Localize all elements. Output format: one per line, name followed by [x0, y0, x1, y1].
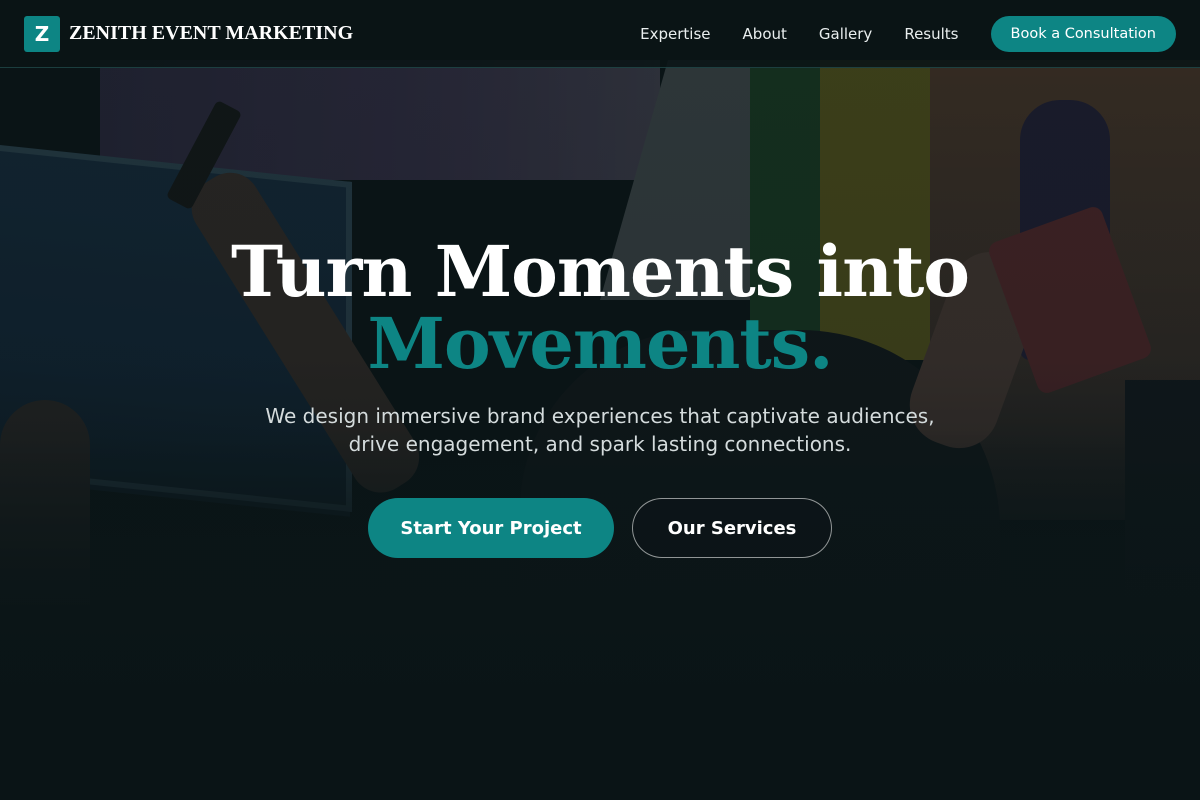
logo-mark-icon: Z — [24, 15, 60, 52]
book-consultation-button[interactable]: Book a Consultation — [990, 15, 1176, 52]
headline-line-1: Turn Moments into — [231, 230, 970, 313]
headline-line-2-accent: Movements. — [367, 302, 834, 385]
start-project-button[interactable]: Start Your Project — [368, 498, 614, 558]
nav-link-about[interactable]: About — [743, 25, 787, 43]
our-services-button[interactable]: Our Services — [632, 498, 832, 558]
nav-links: Expertise About Gallery Results — [640, 25, 958, 43]
hero-subtitle: We design immersive brand experiences th… — [265, 404, 935, 456]
nav-link-gallery[interactable]: Gallery — [819, 25, 872, 43]
brand-logo-link[interactable]: Z ZENITH EVENT MARKETING — [24, 15, 354, 52]
nav-link-results[interactable]: Results — [904, 25, 958, 43]
navbar: Z ZENITH EVENT MARKETING Expertise About… — [0, 0, 1200, 68]
nav-link-expertise[interactable]: Expertise — [640, 25, 710, 43]
brand-name: ZENITH EVENT MARKETING — [69, 22, 354, 44]
hero-cta-group: Start Your Project Our Services — [0, 498, 1200, 558]
hero-section: Turn Moments into Movements. We design i… — [0, 236, 1200, 558]
hero-headline: Turn Moments into Movements. — [0, 236, 1200, 380]
